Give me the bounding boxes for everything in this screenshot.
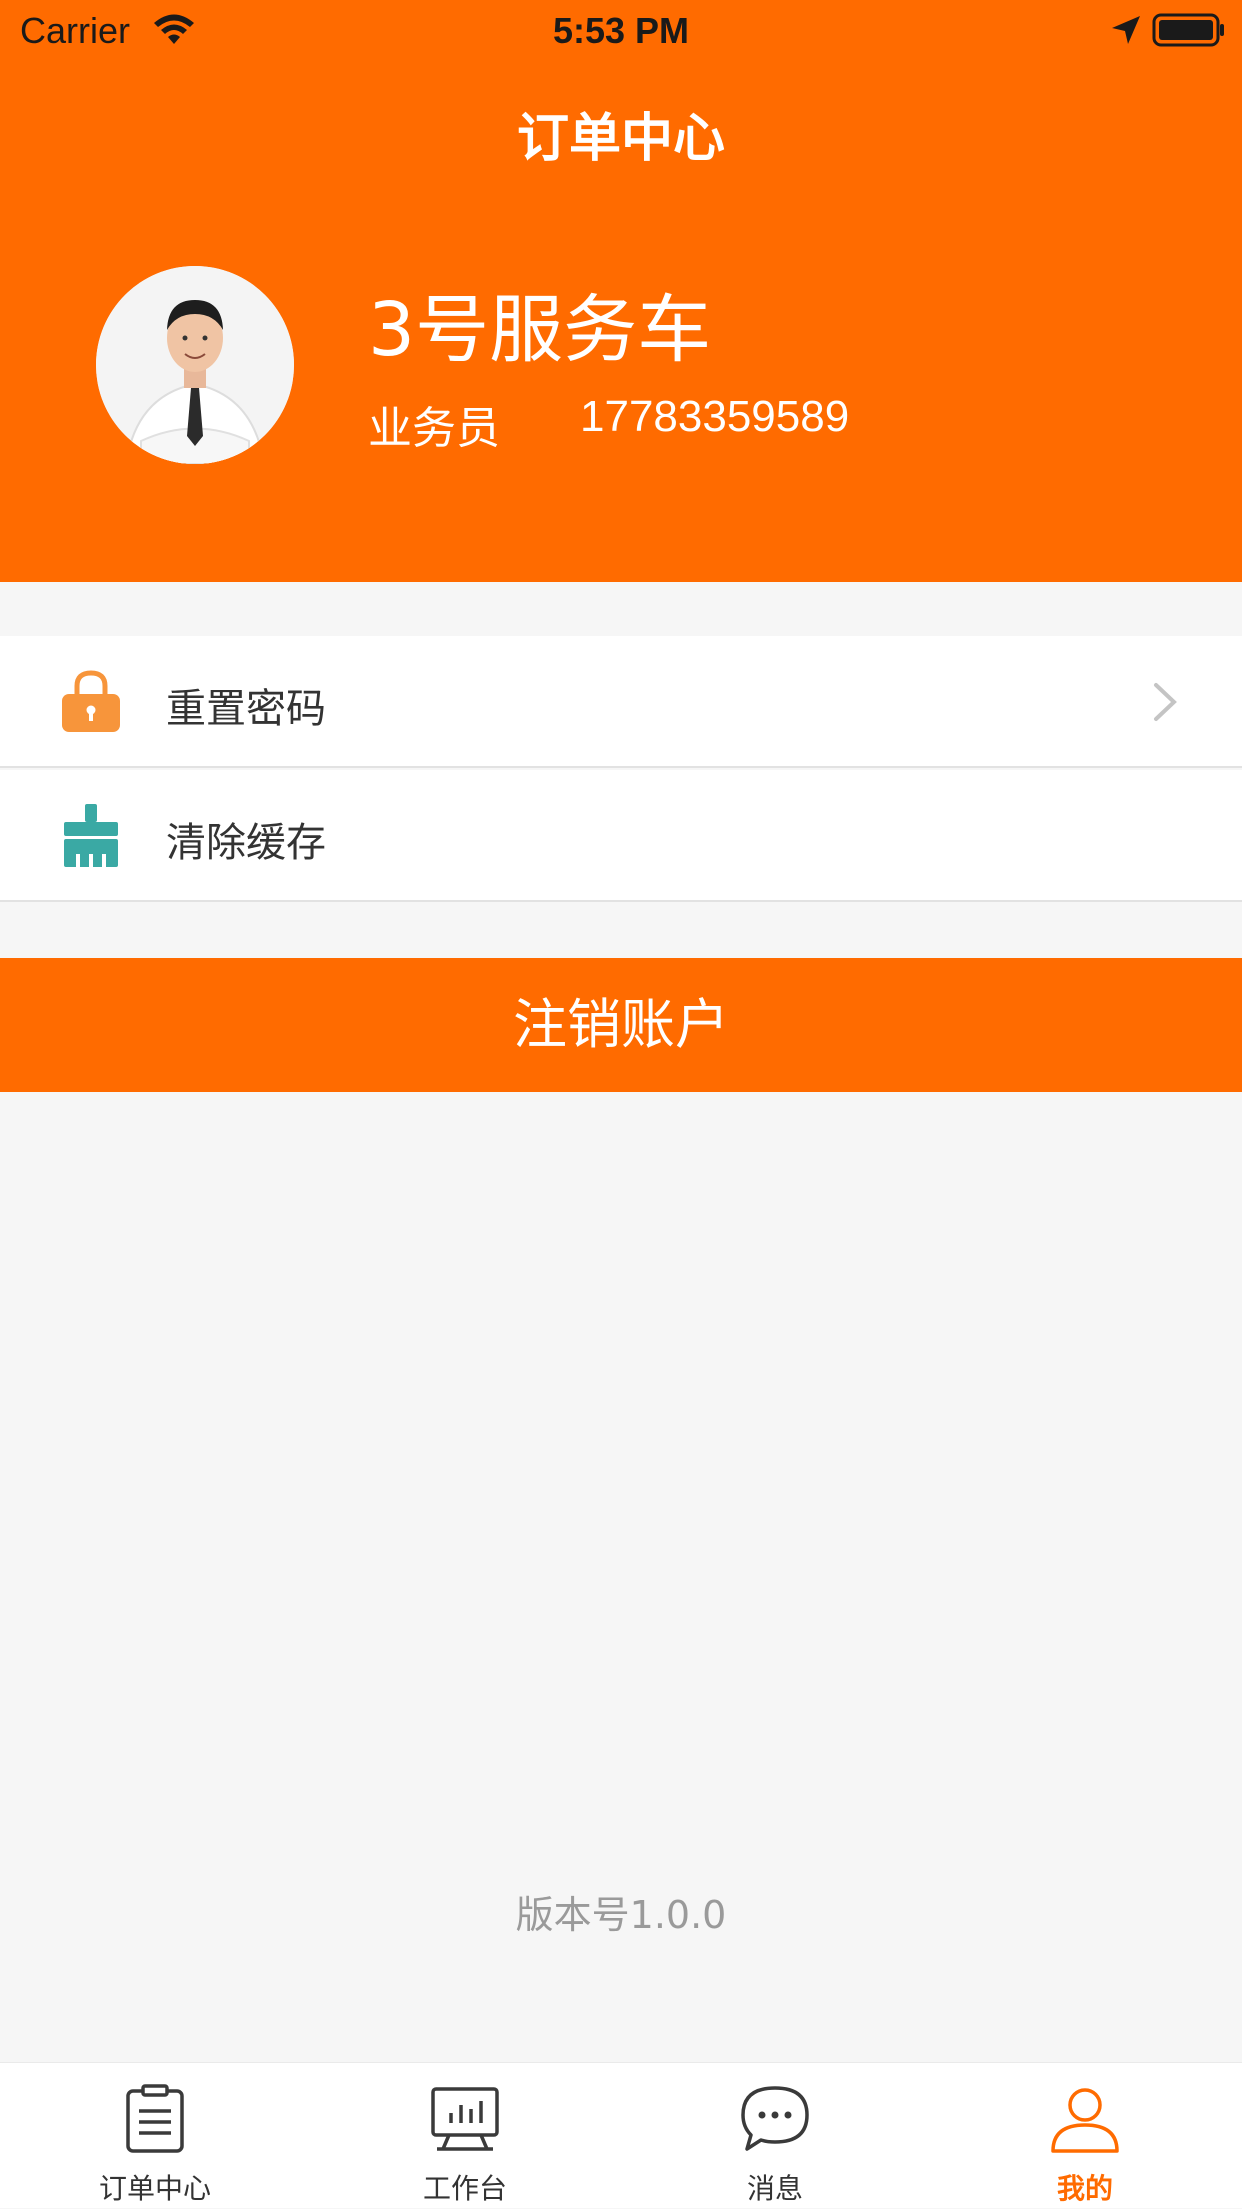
user-icon bbox=[1051, 2088, 1119, 2153]
reset-password-label: 重置密码 bbox=[166, 686, 326, 732]
clear-cache-row[interactable]: 清除缓存 bbox=[0, 770, 1242, 902]
clipboard-icon bbox=[126, 2084, 184, 2153]
tab-workbench[interactable]: 工作台 bbox=[310, 2063, 620, 2209]
tab-label: 我的 bbox=[1056, 2172, 1113, 2205]
reset-password-row[interactable]: 重置密码 bbox=[0, 636, 1242, 768]
clear-cache-label: 清除缓存 bbox=[166, 820, 326, 866]
profile-header: Carrier 5:53 PM 订单中心 3号服务车 业务员 177833595… bbox=[0, 0, 1242, 582]
tab-bar: 订单中心 工作台 消息 我的 bbox=[0, 2062, 1242, 2208]
tab-order-center[interactable]: 订单中心 bbox=[0, 2063, 310, 2209]
tab-mine[interactable]: 我的 bbox=[930, 2063, 1240, 2209]
tab-label: 订单中心 bbox=[98, 2172, 211, 2205]
tab-label: 消息 bbox=[746, 2172, 803, 2205]
user-role: 业务员 bbox=[368, 403, 500, 454]
avatar-photo bbox=[96, 266, 294, 464]
avatar[interactable] bbox=[96, 266, 294, 464]
logout-button[interactable]: 注销账户 bbox=[0, 958, 1242, 1092]
chevron-right-icon bbox=[1154, 683, 1177, 721]
battery-icon bbox=[1152, 13, 1224, 47]
tab-messages[interactable]: 消息 bbox=[620, 2063, 930, 2209]
page-title: 订单中心 bbox=[516, 109, 725, 169]
tab-label: 工作台 bbox=[422, 2172, 507, 2205]
chart-board-icon bbox=[431, 2087, 499, 2151]
chat-bubble-icon bbox=[741, 2086, 809, 2151]
location-arrow-icon bbox=[1112, 16, 1140, 44]
version-label: 版本号1.0.0 bbox=[515, 1893, 727, 1937]
user-phone: 17783359589 bbox=[580, 392, 850, 441]
user-name: 3号服务车 bbox=[368, 287, 712, 373]
status-bar: Carrier 5:53 PM bbox=[0, 0, 1242, 62]
brush-icon bbox=[64, 804, 118, 867]
lock-icon bbox=[62, 670, 120, 732]
status-time: 5:53 PM bbox=[552, 10, 690, 51]
